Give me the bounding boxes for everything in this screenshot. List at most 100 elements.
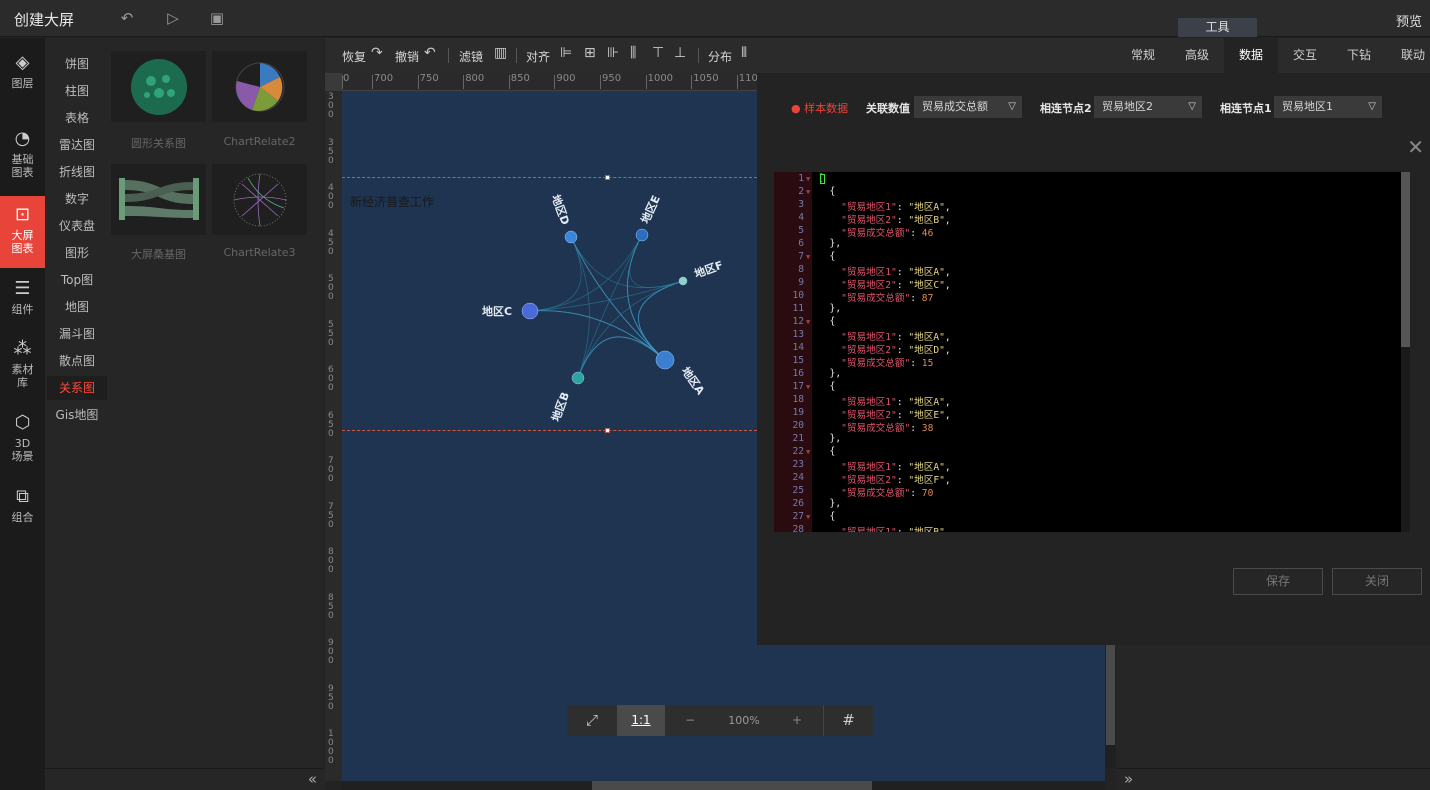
fold-icon[interactable]: ▼ <box>806 448 810 456</box>
category-item[interactable]: Top图 <box>47 268 107 292</box>
category-item[interactable]: 表格 <box>47 106 107 130</box>
align-center-icon[interactable]: ⊞ <box>584 45 596 61</box>
close-button[interactable]: 关闭 <box>1332 568 1422 595</box>
node2-field-select[interactable]: 贸易地区2 ▽ <box>1094 96 1202 118</box>
play-icon[interactable]: ▷ <box>164 9 182 27</box>
fold-icon[interactable]: ▼ <box>806 188 810 196</box>
fold-icon[interactable]: ▼ <box>806 175 810 183</box>
distribute-h-icon[interactable]: ⦀ <box>741 45 757 61</box>
code-text: }, <box>818 238 842 249</box>
json-code-editor[interactable]: 1 ▼ 2 ▼ 3 4 5 6 7 ▼ 8 9 10 11 12 ▼ 13 14 15 16 17 ▼ 18 19 20 21 22… <box>774 172 1410 532</box>
resize-handle-top[interactable] <box>605 175 610 180</box>
undo-icon[interactable]: ↶ <box>424 45 436 61</box>
ruler-tick-label: 400 <box>328 183 334 211</box>
property-tab[interactable]: 联动 <box>1386 38 1430 73</box>
thumb-sankey[interactable] <box>111 164 206 235</box>
code-line: "贸易地区1": "地区A", <box>841 202 951 213</box>
collapse-left-icon[interactable]: « <box>308 770 317 788</box>
chart-node[interactable] <box>678 276 688 286</box>
thumb-chartrelate2[interactable] <box>212 51 307 122</box>
ruler-tick <box>417 75 419 89</box>
save-button[interactable]: 保存 <box>1233 568 1323 595</box>
fold-icon[interactable]: ▼ <box>806 513 810 521</box>
distribute-button[interactable]: 分布 <box>708 48 732 65</box>
property-tab[interactable]: 常规 <box>1116 38 1170 73</box>
fold-icon[interactable]: ▼ <box>806 253 810 261</box>
category-item[interactable]: 仪表盘 <box>47 214 107 238</box>
value-field-select[interactable]: 贸易成交总额 ▽ <box>914 96 1022 118</box>
category-item[interactable]: 雷达图 <box>47 133 107 157</box>
thumb-circle-relation[interactable] <box>111 51 206 122</box>
canvas-scrollbar-horizontal[interactable] <box>342 781 1105 790</box>
chart-node[interactable] <box>571 371 585 385</box>
code-text: }, <box>818 368 842 379</box>
json-key: 贸易成交总额 <box>846 293 905 304</box>
grid-icon[interactable]: # <box>823 705 873 736</box>
category-item[interactable]: 折线图 <box>47 160 107 184</box>
category-item[interactable]: 地图 <box>47 295 107 319</box>
relation-chart[interactable]: 地区A 地区B 地区C 地区D 地区E 地区F <box>342 178 757 430</box>
category-item[interactable]: 柱图 <box>47 79 107 103</box>
zoom-in-button[interactable]: + <box>773 705 821 736</box>
property-tab[interactable]: 高级 <box>1170 38 1224 73</box>
filter-chart-icon[interactable]: ▥ <box>494 45 507 61</box>
nav-item-materials[interactable]: ⁂ 素材库 <box>0 338 45 389</box>
property-tab[interactable]: 下钻 <box>1332 38 1386 73</box>
align-left-icon[interactable]: ⊫ <box>560 45 572 61</box>
chart-node[interactable] <box>564 230 578 244</box>
fold-icon[interactable]: ▼ <box>806 383 810 391</box>
category-item[interactable]: 数字 <box>47 187 107 211</box>
collapse-right-icon[interactable]: » <box>1124 770 1133 788</box>
nav-item-basic-charts[interactable]: ◔ 基础图表 <box>0 128 45 179</box>
scrollbar-thumb[interactable] <box>1401 172 1410 347</box>
chart-node[interactable] <box>635 228 649 242</box>
save-icon[interactable]: ▣ <box>208 9 226 27</box>
actual-size-button[interactable]: 1:1 <box>617 705 665 736</box>
undo-button[interactable]: 撤销 <box>395 48 419 65</box>
chart-node[interactable] <box>521 302 539 320</box>
nav-item-screen-charts[interactable]: ⊡ 大屏图表 <box>0 196 45 268</box>
nav-item-layers[interactable]: ◈ 图层 <box>0 52 45 90</box>
align-top-icon[interactable]: ⊤ <box>652 45 664 61</box>
fit-screen-icon[interactable]: ⤢ <box>567 705 617 736</box>
preview-button[interactable]: 预览 <box>1396 11 1422 30</box>
chart-node[interactable] <box>655 350 675 370</box>
align-right-icon[interactable]: ⊪ <box>607 45 619 61</box>
align-middle-icon[interactable]: ⫼ <box>630 45 636 61</box>
redo-button[interactable]: 恢复 <box>342 48 366 65</box>
node1-field-select[interactable]: 贸易地区1 ▽ <box>1274 96 1382 118</box>
align-bottom-icon[interactable]: ⊥ <box>674 45 686 61</box>
property-tab[interactable]: 数据 <box>1224 38 1278 73</box>
resize-handle-bottom[interactable] <box>605 428 610 433</box>
code-line: "贸易成交总额": 70 <box>841 488 934 499</box>
redo-icon[interactable]: ↷ <box>371 45 383 61</box>
nav-item-3d-scene[interactable]: ⬡ 3D场景 <box>0 412 45 463</box>
tool-tab[interactable]: 工具 <box>1178 18 1257 37</box>
ruler-corner <box>325 73 342 91</box>
back-icon[interactable]: ↶ <box>118 9 136 27</box>
editor-scrollbar[interactable] <box>1401 172 1410 532</box>
scrollbar-thumb[interactable] <box>592 781 872 790</box>
property-tab[interactable]: 交互 <box>1278 38 1332 73</box>
line-number: 24 <box>792 472 804 483</box>
close-icon[interactable]: ✕ <box>1407 135 1424 159</box>
ruler-tick-label: 900 <box>556 73 576 84</box>
thumb-chartrelate3[interactable] <box>212 164 307 235</box>
category-item[interactable]: 散点图 <box>47 349 107 373</box>
align-button[interactable]: 对齐 <box>526 48 550 65</box>
fold-icon[interactable]: ▼ <box>806 318 810 326</box>
category-item[interactable]: 关系图 <box>47 376 107 400</box>
json-key: 贸易成交总额 <box>846 228 905 239</box>
category-item[interactable]: Gis地图 <box>47 403 107 427</box>
category-item[interactable]: 漏斗图 <box>47 322 107 346</box>
nav-item-components[interactable]: ☰ 组件 <box>0 278 45 316</box>
scrollbar-thumb[interactable] <box>1106 645 1115 745</box>
select-value: 贸易地区2 <box>1102 100 1153 113</box>
category-item[interactable]: 图形 <box>47 241 107 265</box>
zoom-level: 100% <box>728 714 760 727</box>
nav-item-group[interactable]: ⧉ 组合 <box>0 486 45 524</box>
category-item[interactable]: 饼图 <box>47 52 107 76</box>
zoom-out-button[interactable]: − <box>665 705 715 736</box>
filter-button[interactable]: 滤镜 <box>459 48 483 65</box>
canvas-scrollbar-vertical[interactable] <box>1105 645 1116 768</box>
